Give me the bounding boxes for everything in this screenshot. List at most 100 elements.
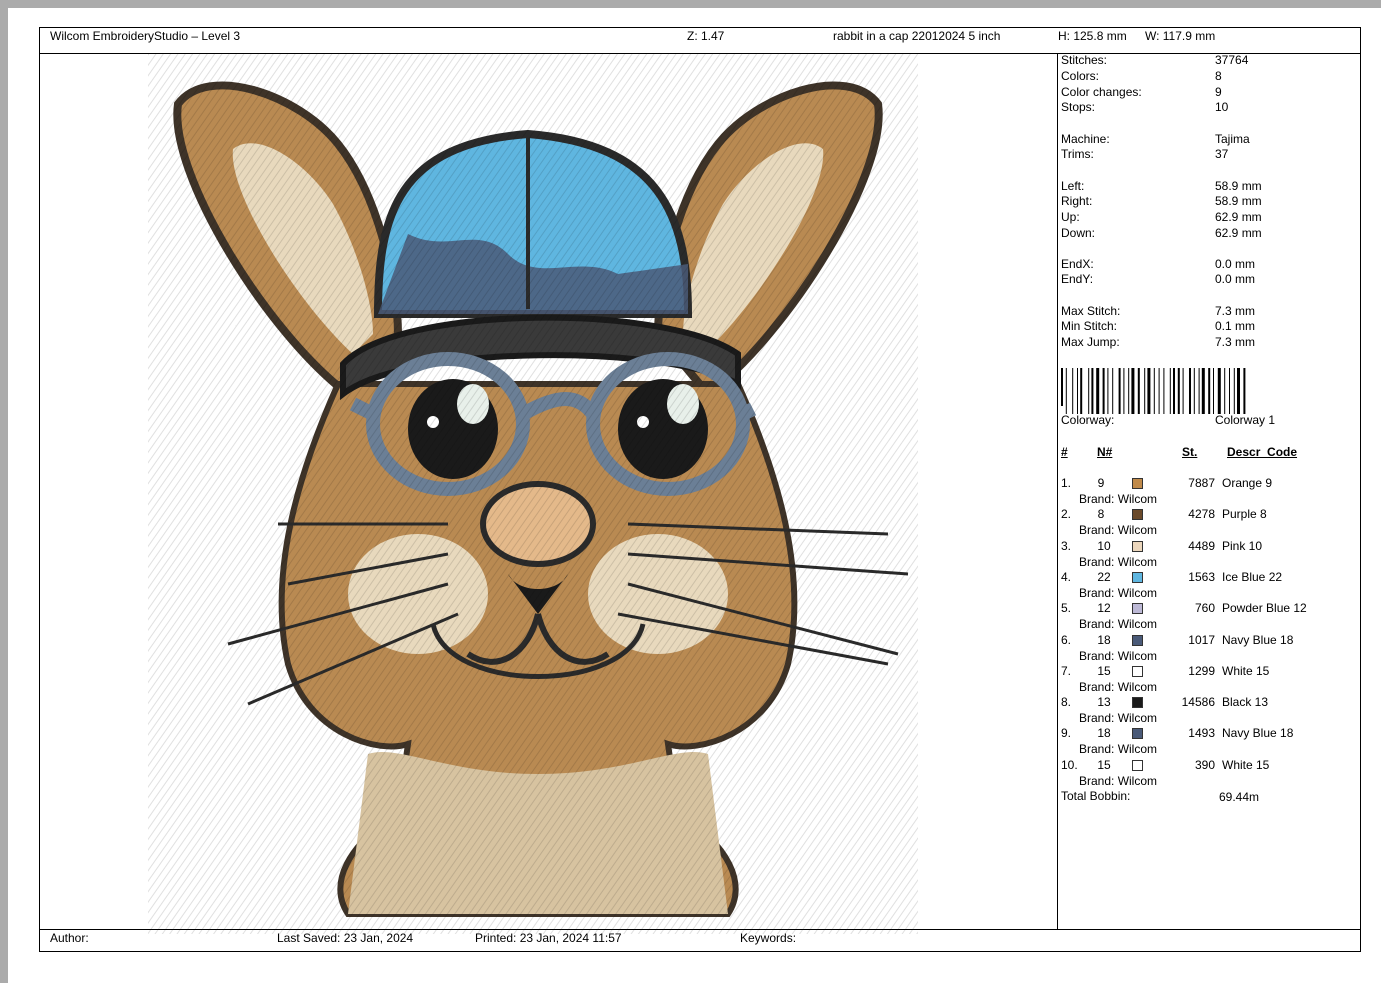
thread-color-swatch <box>1132 635 1143 646</box>
stat-value-stitches: 37764 <box>1215 53 1249 67</box>
col-header-desc: Descr_Code <box>1227 445 1298 459</box>
stat-label-colors: Colors: <box>1061 69 1100 83</box>
stat-label-trims: Trims: <box>1061 147 1094 161</box>
thread-needle-number: 15 <box>1097 664 1111 678</box>
barcode-bar <box>1137 368 1140 414</box>
thread-description: Navy Blue 18 <box>1222 726 1294 740</box>
stat-label-up: Up: <box>1061 210 1080 224</box>
thread-brand: Brand: Wilcom <box>1079 586 1158 600</box>
barcode-bar <box>1243 368 1246 414</box>
bobbin-value: 69.44m <box>1219 790 1260 804</box>
thread-color-swatch <box>1132 760 1143 771</box>
barcode-bar <box>1182 368 1184 414</box>
design-height: H: 125.8 mm <box>1058 29 1127 43</box>
thread-brand: Brand: Wilcom <box>1079 711 1158 725</box>
barcode-bar <box>1072 368 1074 414</box>
barcode-bar <box>1131 368 1135 414</box>
zoom-level: Z: 1.47 <box>687 29 725 43</box>
barcode-bar <box>1158 368 1160 414</box>
footer-keywords: Keywords: <box>740 931 797 945</box>
barcode-bar <box>1112 368 1114 414</box>
thread-needle-number: 12 <box>1097 601 1111 615</box>
thread-color-swatch <box>1132 478 1143 489</box>
bobbin-label: Total Bobbin: <box>1061 789 1131 803</box>
stat-value-max-stitch: 7.3 mm <box>1215 304 1256 318</box>
thread-stitch-count: 4278 <box>1188 507 1215 521</box>
barcode-bar <box>1233 368 1235 414</box>
stat-label-left: Left: <box>1061 179 1085 193</box>
thread-needle-number: 9 <box>1097 476 1105 490</box>
thread-color-swatch <box>1132 603 1143 614</box>
thread-brand: Brand: Wilcom <box>1079 742 1158 756</box>
barcode-bar <box>1173 368 1175 414</box>
thread-color-swatch <box>1132 666 1143 677</box>
thread-row-number: 2. <box>1061 507 1072 521</box>
thread-stitch-count: 7887 <box>1188 476 1215 490</box>
stat-value-stops: 10 <box>1215 100 1229 114</box>
barcode-bar <box>1080 368 1083 414</box>
barcode-bar <box>1123 368 1125 414</box>
barcode-bar <box>1147 368 1151 414</box>
stat-value-min-stitch: 0.1 mm <box>1215 319 1256 333</box>
stat-value-up: 62.9 mm <box>1215 210 1262 224</box>
footer-printed: Printed: 23 Jan, 2024 11:57 <box>475 931 622 945</box>
thread-brand: Brand: Wilcom <box>1079 649 1158 663</box>
barcode-bar <box>1102 368 1105 414</box>
barcode-bar <box>1208 368 1211 414</box>
stat-value-colors: 8 <box>1215 69 1222 83</box>
stat-value-color-changes: 9 <box>1215 85 1222 99</box>
thread-row-number: 4. <box>1061 570 1072 584</box>
thread-description: Powder Blue 12 <box>1222 601 1307 615</box>
stat-value-endx: 0.0 mm <box>1215 257 1256 271</box>
thread-color-swatch <box>1132 541 1143 552</box>
thread-stitch-count: 4489 <box>1188 539 1215 553</box>
col-header-n: N# <box>1097 445 1113 459</box>
stat-value-endy: 0.0 mm <box>1215 272 1256 286</box>
thread-stitch-count: 1299 <box>1188 664 1215 678</box>
design-name: rabbit in a cap 22012024 5 inch <box>833 29 1001 43</box>
barcode-bar <box>1237 368 1240 414</box>
thread-stitch-count: 1563 <box>1188 570 1215 584</box>
stat-label-stops: Stops: <box>1061 100 1096 114</box>
thread-row-number: 10. <box>1061 758 1078 772</box>
thread-row-number: 1. <box>1061 476 1072 490</box>
thread-brand: Brand: Wilcom <box>1079 774 1158 788</box>
barcode-bar <box>1193 368 1195 414</box>
barcode <box>1061 368 1246 414</box>
print-preview-sheet: Wilcom EmbroideryStudio – Level 3 Z: 1.4… <box>8 8 1381 983</box>
thread-color-swatch <box>1132 509 1143 520</box>
thread-color-swatch <box>1132 697 1143 708</box>
barcode-bar <box>1128 368 1130 414</box>
thread-row-number: 3. <box>1061 539 1072 553</box>
panel-divider <box>1057 53 1058 929</box>
barcode-bar <box>1169 368 1171 414</box>
barcode-bar <box>1118 368 1121 414</box>
barcode-bar <box>1153 368 1155 414</box>
barcode-bar <box>1065 368 1067 414</box>
col-header-num: # <box>1061 445 1068 459</box>
colorway-label: Colorway: <box>1061 413 1115 427</box>
barcode-bar <box>1224 368 1226 414</box>
thread-row-number: 7. <box>1061 664 1072 678</box>
design-width: W: 117.9 mm <box>1145 29 1216 43</box>
barcode-bar <box>1088 368 1090 414</box>
thread-row-number: 5. <box>1061 601 1072 615</box>
stat-label-max-jump: Max Jump: <box>1061 335 1120 349</box>
stat-label-endx: EndX: <box>1061 257 1094 271</box>
thread-stitch-count: 1493 <box>1188 726 1215 740</box>
thread-needle-number: 8 <box>1097 507 1105 521</box>
barcode-bar <box>1144 368 1146 414</box>
barcode-bar <box>1217 368 1221 414</box>
thread-stitch-count: 1017 <box>1188 633 1215 647</box>
barcode-bar <box>1177 368 1180 414</box>
stat-label-endy: EndY: <box>1061 272 1094 286</box>
thread-description: Navy Blue 18 <box>1222 633 1294 647</box>
thread-row-number: 6. <box>1061 633 1072 647</box>
barcode-bar <box>1091 368 1094 414</box>
thread-brand: Brand: Wilcom <box>1079 523 1158 537</box>
thread-stitch-count: 390 <box>1194 758 1215 772</box>
stat-label-machine: Machine: <box>1061 132 1110 146</box>
footer-last-saved: Last Saved: 23 Jan, 2024 <box>277 931 414 945</box>
thread-row-number: 8. <box>1061 695 1072 709</box>
barcode-bar <box>1189 368 1191 414</box>
